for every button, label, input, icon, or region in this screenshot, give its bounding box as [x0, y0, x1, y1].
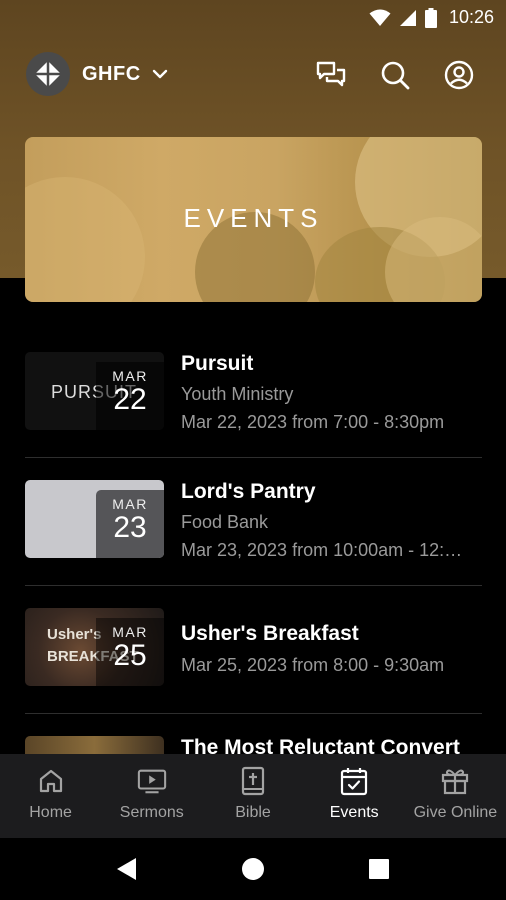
event-datetime: Mar 22, 2023 from 7:00 - 8:30pm	[181, 412, 445, 432]
status-bar: 10:26	[0, 0, 506, 36]
nav-events[interactable]: Events	[304, 754, 405, 838]
status-time: 10:26	[448, 7, 494, 27]
event-datetime: Mar 23, 2023 from 10:00am - 12:…	[181, 540, 463, 560]
date-month: MAR	[112, 624, 148, 640]
nav-home[interactable]: Home	[0, 754, 101, 838]
video-icon	[137, 769, 166, 794]
event-title: Pursuit	[181, 352, 254, 375]
system-back-button[interactable]	[110, 852, 144, 886]
bible-icon	[241, 766, 265, 796]
nav-give-online[interactable]: Give Online	[405, 754, 506, 838]
chevron-down-icon[interactable]	[150, 64, 170, 84]
battery-icon	[424, 7, 437, 28]
recents-square-icon	[369, 859, 389, 879]
date-badge: MAR 23	[96, 490, 164, 558]
search-button[interactable]	[378, 58, 412, 92]
account-icon	[444, 60, 474, 90]
nav-label: Give Online	[413, 804, 498, 821]
nav-label: Events	[329, 804, 379, 821]
calendar-check-icon	[341, 768, 368, 796]
church-logo[interactable]	[26, 52, 70, 96]
event-item[interactable]: Usher's BREAKFAST MAR 25 Usher's Breakfa…	[25, 586, 482, 714]
nav-bible[interactable]: Bible	[202, 754, 303, 838]
event-datetime: Mar 25, 2023 from 8:00 - 9:30am	[181, 655, 445, 675]
nav-sermons[interactable]: Sermons	[101, 754, 202, 838]
date-badge: MAR 22	[96, 362, 164, 430]
date-month: MAR	[112, 496, 148, 512]
app-bar: GHFC	[0, 52, 506, 98]
signal-icon	[399, 9, 416, 26]
wifi-icon	[369, 9, 391, 26]
home-icon	[39, 769, 62, 793]
nav-label: Home	[29, 804, 72, 821]
event-subtitle: Youth Ministry	[181, 384, 294, 404]
event-thumbnail: MAR 23	[25, 480, 164, 558]
date-month: MAR	[112, 368, 148, 384]
event-item[interactable]: PURSUIT MAR 22 Pursuit Youth Ministry Ma…	[25, 330, 482, 458]
system-home-button[interactable]	[236, 852, 270, 886]
date-day: 23	[113, 511, 147, 544]
messages-button[interactable]	[314, 58, 348, 92]
back-triangle-icon	[117, 858, 136, 880]
date-day: 22	[113, 383, 147, 416]
banner-title: EVENTS	[183, 203, 324, 233]
gift-icon	[442, 769, 469, 795]
home-circle-icon	[242, 858, 264, 880]
org-name[interactable]: GHFC	[82, 63, 141, 86]
event-title: Usher's Breakfast	[181, 622, 359, 645]
date-day: 25	[113, 639, 147, 672]
banner-photo-shape	[25, 177, 145, 302]
events-banner: EVENTS	[25, 137, 482, 302]
system-navigation-bar	[0, 838, 506, 900]
event-subtitle: Food Bank	[181, 512, 269, 532]
profile-button[interactable]	[442, 58, 476, 92]
bottom-navigation: Home Sermons Bible Events Give Online	[0, 754, 506, 838]
nav-label: Bible	[235, 804, 271, 821]
system-recents-button[interactable]	[362, 852, 396, 886]
logo-mark-icon	[35, 61, 61, 87]
date-badge: MAR 25	[96, 618, 164, 686]
event-thumbnail: Usher's BREAKFAST MAR 25	[25, 608, 164, 686]
search-icon	[381, 61, 410, 90]
event-title: Lord's Pantry	[181, 480, 316, 503]
nav-label: Sermons	[119, 804, 184, 821]
event-thumbnail: PURSUIT MAR 22	[25, 352, 164, 430]
event-item[interactable]: MAR 23 Lord's Pantry Food Bank Mar 23, 2…	[25, 458, 482, 586]
chat-icon	[316, 61, 346, 87]
